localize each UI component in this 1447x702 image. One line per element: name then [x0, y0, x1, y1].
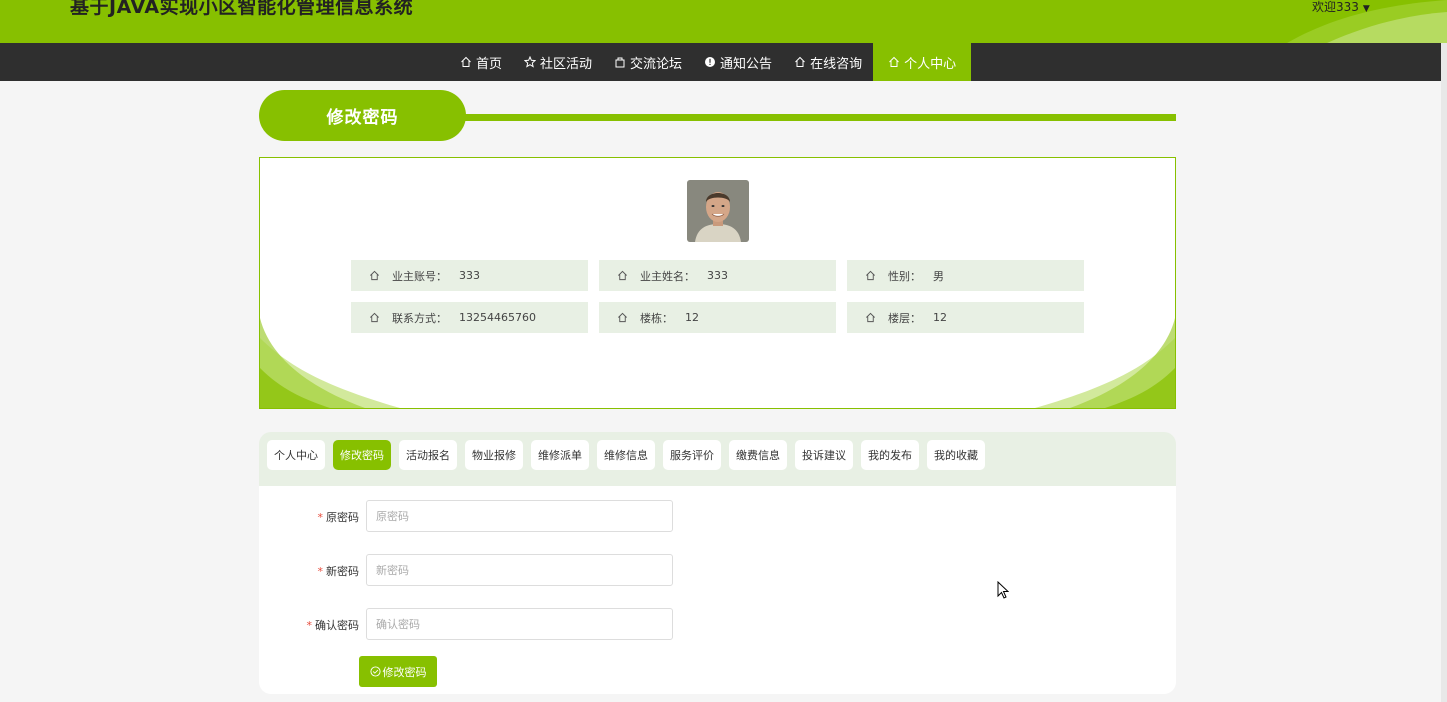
nav-item-notices[interactable]: 通知公告	[693, 43, 783, 81]
change-password-form: * 原密码 * 新密码 * 确认密码 修改密码	[259, 486, 1176, 694]
info-phone: 联系方式： 13254465760	[351, 302, 588, 333]
site-title: 基于JAVA实现小区智能化管理信息系统	[70, 0, 414, 18]
old-password-input[interactable]	[366, 500, 673, 532]
info-value: 12	[685, 311, 699, 324]
submit-label: 修改密码	[382, 665, 427, 679]
welcome-text: 欢迎333	[1312, 0, 1359, 14]
nav-item-label: 在线咨询	[810, 56, 863, 72]
tab-change-password[interactable]: 修改密码	[333, 440, 391, 470]
info-label: 楼层：	[888, 311, 921, 325]
avatar-image	[687, 180, 749, 242]
tab-my-favorites[interactable]: 我的收藏	[927, 440, 985, 470]
info-floor: 楼层： 12	[847, 302, 1084, 333]
info-label: 性别：	[888, 269, 921, 283]
tab-activity-signup[interactable]: 活动报名	[399, 440, 457, 470]
old-password-row: * 原密码	[259, 500, 679, 534]
required-mark: *	[317, 510, 324, 524]
nav-item-label: 交流论坛	[630, 56, 683, 72]
mouse-cursor-icon	[997, 581, 1009, 599]
tab-repair-dispatch[interactable]: 维修派单	[531, 440, 589, 470]
user-menu[interactable]: 欢迎333 ▼	[1312, 0, 1370, 15]
nav-item-forum[interactable]: 交流论坛	[603, 43, 693, 81]
required-mark: *	[306, 618, 313, 632]
avatar	[687, 180, 749, 242]
home-icon	[618, 312, 627, 323]
home-icon	[866, 312, 875, 323]
check-circle-icon	[369, 666, 381, 677]
nav-item-label: 首页	[476, 56, 503, 72]
scrollbar[interactable]	[1441, 43, 1447, 702]
info-owner-name: 业主姓名： 333	[599, 260, 836, 291]
info-value: 12	[933, 311, 947, 324]
nav-item-consult[interactable]: 在线咨询	[783, 43, 873, 81]
nav-item-activities[interactable]: 社区活动	[513, 43, 603, 81]
tab-service-review[interactable]: 服务评价	[663, 440, 721, 470]
label-text: 确认密码	[315, 619, 359, 632]
info-owner-account: 业主账号： 333	[351, 260, 588, 291]
nav-item-label: 个人中心	[904, 56, 957, 72]
home-icon	[795, 56, 805, 67]
section-title: 修改密码	[259, 90, 466, 141]
required-mark: *	[317, 564, 324, 578]
main-nav: 首页 社区活动 交流论坛 通知公告 在线咨询 个人中心	[0, 43, 1447, 81]
home-icon	[889, 56, 899, 67]
caret-down-icon: ▼	[1362, 4, 1370, 14]
info-building: 楼栋： 12	[599, 302, 836, 333]
info-label: 业主账号：	[392, 269, 447, 283]
info-gender: 性别： 男	[847, 260, 1084, 291]
new-password-input[interactable]	[366, 554, 673, 586]
section-heading: 修改密码	[259, 90, 1176, 142]
info-label: 业主姓名：	[640, 269, 695, 283]
tab-personal-center[interactable]: 个人中心	[267, 440, 325, 470]
tab-repair-info[interactable]: 维修信息	[597, 440, 655, 470]
submit-change-password-button[interactable]: 修改密码	[359, 656, 437, 687]
tab-property-repair[interactable]: 物业报修	[465, 440, 523, 470]
alert-icon	[705, 57, 716, 67]
label-text: 原密码	[326, 511, 359, 524]
home-icon	[618, 270, 627, 281]
home-icon	[370, 312, 379, 323]
info-value: 13254465760	[459, 311, 536, 324]
tab-complaints[interactable]: 投诉建议	[795, 440, 853, 470]
center-tab-bar: 个人中心 修改密码 活动报名 物业报修 维修派单 维修信息 服务评价 缴费信息 …	[259, 432, 1176, 486]
star-icon	[524, 56, 537, 68]
confirm-password-label: * 确认密码	[307, 608, 360, 642]
section-divider	[459, 114, 1176, 121]
confirm-password-row: * 确认密码	[259, 608, 679, 642]
nav-item-home[interactable]: 首页	[449, 43, 513, 81]
confirm-password-input[interactable]	[366, 608, 673, 640]
old-password-label: * 原密码	[318, 500, 360, 534]
home-icon	[461, 56, 471, 67]
nav-item-label: 社区活动	[540, 56, 593, 72]
info-value: 333	[459, 269, 480, 282]
new-password-row: * 新密码	[259, 554, 679, 588]
top-header: 基于JAVA实现小区智能化管理信息系统 欢迎333 ▼	[0, 0, 1447, 43]
nav-item-label: 通知公告	[720, 56, 773, 72]
tab-payment-info[interactable]: 缴费信息	[729, 440, 787, 470]
nav-item-personal-center[interactable]: 个人中心	[873, 43, 972, 81]
info-label: 楼栋：	[640, 311, 673, 325]
bag-icon	[615, 57, 625, 68]
new-password-label: * 新密码	[318, 554, 360, 588]
label-text: 新密码	[326, 565, 359, 578]
profile-card: 业主账号： 333 业主姓名： 333 性别： 男 联系方式： 13254465…	[259, 157, 1176, 409]
info-value: 333	[707, 269, 728, 282]
home-icon	[866, 270, 875, 281]
tab-my-posts[interactable]: 我的发布	[861, 440, 919, 470]
info-value: 男	[933, 269, 944, 283]
home-icon	[370, 270, 379, 281]
info-label: 联系方式：	[392, 311, 447, 325]
